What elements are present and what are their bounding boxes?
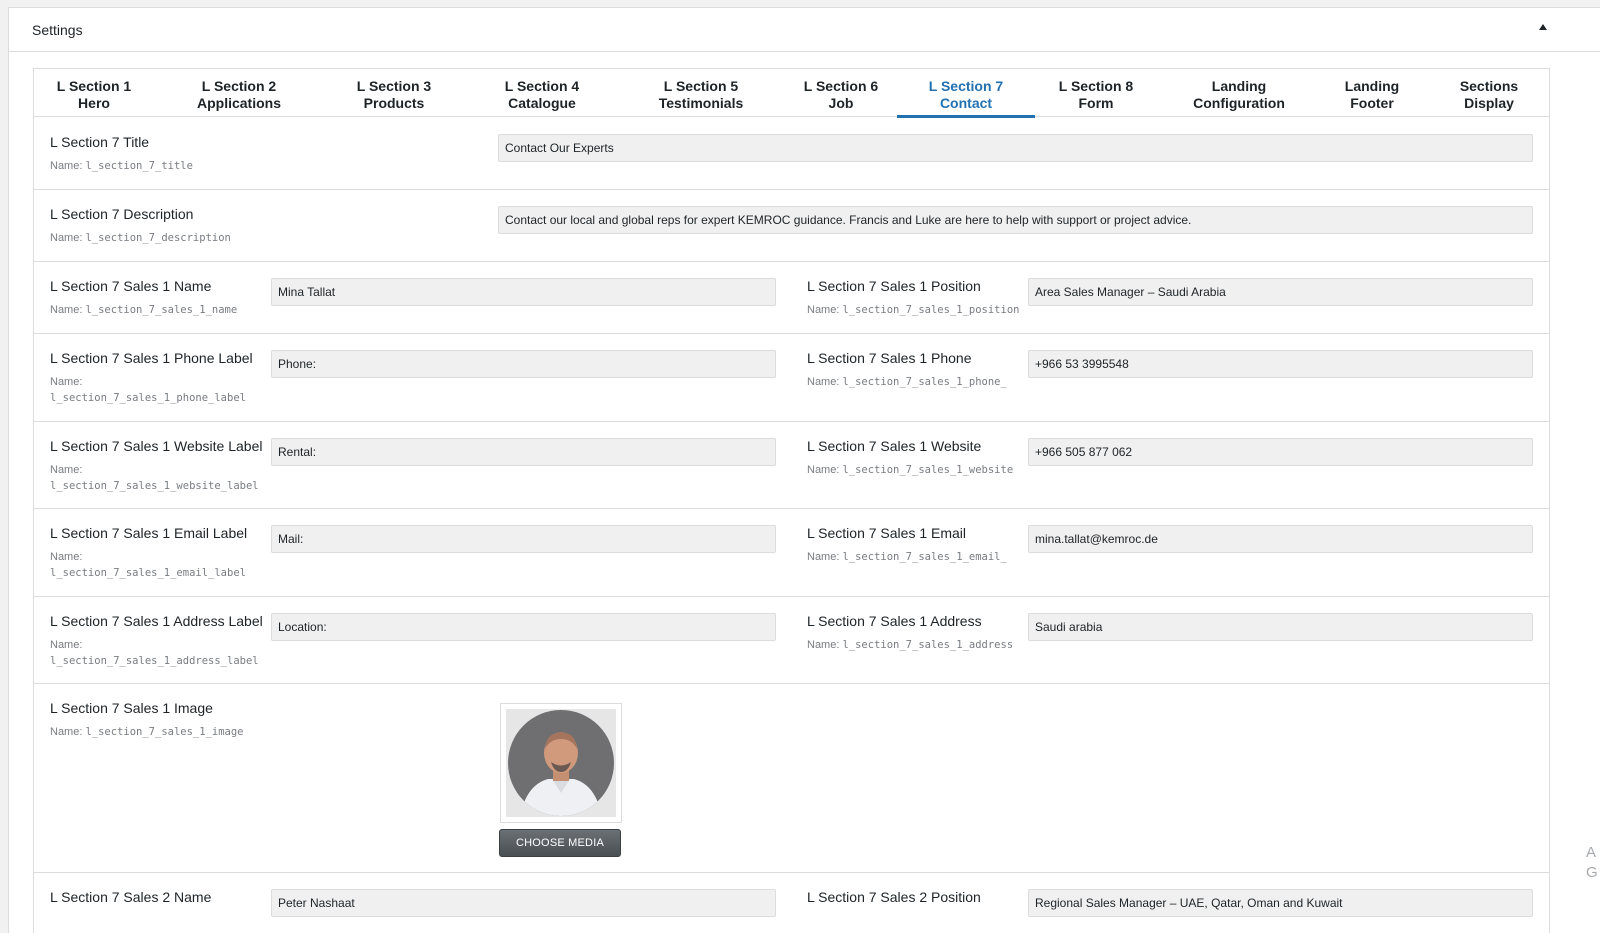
field-label: L Section 7 Sales 1 Phone Label [50, 350, 253, 366]
field-name-hint: Name: l_section_7_title [50, 160, 193, 172]
field-row-sales1-name-position: L Section 7 Sales 1 Name Name: l_section… [34, 262, 1549, 334]
collapse-toggle-icon[interactable] [1539, 24, 1547, 30]
field-row-sales2-name-position: L Section 7 Sales 2 Name L Section 7 Sal… [34, 873, 1549, 933]
tab-label-line1: Sections [1459, 78, 1519, 94]
field-row-sales1-website: L Section 7 Sales 1 Website Label Name: l… [34, 422, 1549, 509]
sales1-position-input[interactable] [1028, 278, 1533, 306]
field-name-hint: Name: l_section_7_sales_1_address [807, 639, 1014, 651]
tab-label-line2: Form [1078, 95, 1114, 111]
field-label: L Section 7 Sales 1 Image [50, 700, 213, 716]
field-name-hint: Name: l_section_7_sales_1_email_ [807, 551, 1007, 563]
field-label: L Section 7 Sales 1 Website [807, 438, 982, 454]
sales1-email-label-input[interactable] [271, 525, 776, 553]
tab-label-line1: L Section 3 [356, 78, 432, 94]
tab-label-line1: L Section 4 [504, 78, 580, 94]
field-name-hint: Name: l_section_7_sales_1_address_label [50, 639, 259, 667]
tab-section-3-products[interactable]: L Section 3 Products [346, 69, 442, 117]
sales1-address-input[interactable] [1028, 613, 1533, 641]
tab-label-line2: Catalogue [508, 95, 576, 111]
field-name-hint: Name: l_section_7_sales_1_position [807, 304, 1020, 316]
field-name-hint: Name: l_section_7_sales_1_phone_label [50, 376, 246, 404]
field-label: L Section 7 Sales 1 Position [807, 278, 981, 294]
sales2-position-input[interactable] [1028, 889, 1533, 917]
settings-metabox: Settings L Section 1 Hero L Section 2 Ap… [8, 7, 1600, 933]
tab-label-line2: Footer [1350, 95, 1394, 111]
tab-landing-footer[interactable]: Landing Footer [1329, 69, 1415, 117]
tab-label-line2: Products [363, 95, 425, 111]
field-label: L Section 7 Sales 2 Name [50, 889, 212, 905]
sales1-website-input[interactable] [1028, 438, 1533, 466]
metabox-header[interactable]: Settings [9, 8, 1600, 52]
sales1-website-label-input[interactable] [271, 438, 776, 466]
metabox-title: Settings [32, 22, 83, 38]
field-row-sales1-email: L Section 7 Sales 1 Email Label Name: l_s… [34, 509, 1549, 597]
tab-sections-display[interactable]: Sections Display [1446, 69, 1532, 117]
settings-panel: L Section 1 Hero L Section 2 Application… [33, 68, 1550, 933]
tab-bar: L Section 1 Hero L Section 2 Application… [34, 69, 1549, 118]
field-row-description: L Section 7 Description Name: l_section_… [34, 190, 1549, 262]
tab-label-line1: L Section 5 [663, 78, 739, 94]
tab-label-line1: L Section 1 [56, 78, 132, 94]
field-name-hint: Name: l_section_7_sales_1_email_label [50, 551, 246, 579]
field-label: L Section 7 Sales 2 Position [807, 889, 981, 905]
field-label: L Section 7 Sales 1 Email Label [50, 525, 248, 541]
field-label: L Section 7 Sales 1 Website Label [50, 438, 263, 454]
tab-label-line1: Landing [1211, 78, 1267, 94]
field-label: L Section 7 Sales 1 Phone [807, 350, 972, 366]
field-label: L Section 7 Description [50, 206, 194, 222]
tab-label-line2: Hero [78, 95, 110, 111]
tab-label-line1: L Section 7 [928, 78, 1004, 94]
tab-label-line2: Applications [196, 95, 281, 111]
tab-section-4-catalogue[interactable]: L Section 4 Catalogue [494, 69, 590, 117]
field-name-hint: Name: l_section_7_sales_1_phone_ [807, 376, 1007, 388]
tab-section-7-contact[interactable]: L Section 7 Contact [897, 69, 1035, 118]
field-name-hint: Name: l_section_7_sales_1_image [50, 726, 244, 738]
tab-label-line1: L Section 8 [1058, 78, 1134, 94]
tab-section-8-form[interactable]: L Section 8 Form [1048, 69, 1144, 117]
tab-label-line1: L Section 2 [201, 78, 277, 94]
edge-hint-line1: A [1586, 844, 1597, 861]
tab-landing-configuration[interactable]: Landing Configuration [1179, 69, 1299, 117]
field-label: L Section 7 Sales 1 Address Label [50, 613, 263, 629]
field-name-hint: Name: l_section_7_sales_1_website [807, 464, 1014, 476]
field-label: L Section 7 Sales 1 Address [807, 613, 982, 629]
choose-media-button[interactable]: CHOOSE MEDIA [499, 829, 621, 857]
field-name-hint: Name: l_section_7_sales_1_name [50, 304, 238, 316]
tab-label-line2: Contact [939, 95, 993, 111]
tab-label-line1: Landing [1344, 78, 1400, 94]
title-input[interactable] [498, 134, 1533, 162]
person-photo-icon [506, 709, 616, 817]
field-name-hint: Name: l_section_7_description [50, 232, 231, 244]
field-name-hint: Name: l_section_7_sales_1_website_label [50, 464, 259, 492]
tab-label-line2: Configuration [1193, 95, 1285, 111]
tab-label-line2: Testimonials [658, 95, 744, 111]
field-row-title: L Section 7 Title Name: l_section_7_titl… [34, 118, 1549, 190]
sales1-phone-input[interactable] [1028, 350, 1533, 378]
edge-hint-line2: G [1586, 864, 1598, 881]
tab-label-line2: Job [828, 95, 854, 111]
field-label: L Section 7 Title [50, 134, 150, 150]
tab-section-5-testimonials[interactable]: L Section 5 Testimonials [646, 69, 756, 117]
field-row-sales1-address: L Section 7 Sales 1 Address Label Name: l… [34, 597, 1549, 684]
field-row-sales1-phone: L Section 7 Sales 1 Phone Label Name: l_s… [34, 334, 1549, 422]
sales2-name-input[interactable] [271, 889, 776, 917]
tab-section-6-job[interactable]: L Section 6 Job [793, 69, 889, 117]
sales1-phone-label-input[interactable] [271, 350, 776, 378]
image-preview-frame[interactable] [500, 703, 622, 823]
edge-overlay-text: A G [1586, 843, 1600, 883]
sales1-email-input[interactable] [1028, 525, 1533, 553]
field-label: L Section 7 Sales 1 Email [807, 525, 967, 541]
sales1-name-input[interactable] [271, 278, 776, 306]
field-row-sales1-image: L Section 7 Sales 1 Image Name: l_sectio… [34, 684, 1549, 873]
tab-section-1-hero[interactable]: L Section 1 Hero [46, 69, 142, 117]
description-input[interactable] [498, 206, 1533, 234]
sales1-address-label-input[interactable] [271, 613, 776, 641]
tab-label-line1: L Section 6 [803, 78, 879, 94]
field-label: L Section 7 Sales 1 Name [50, 278, 212, 294]
tab-section-2-applications[interactable]: L Section 2 Applications [184, 69, 294, 117]
tab-label-line2: Display [1464, 95, 1514, 111]
